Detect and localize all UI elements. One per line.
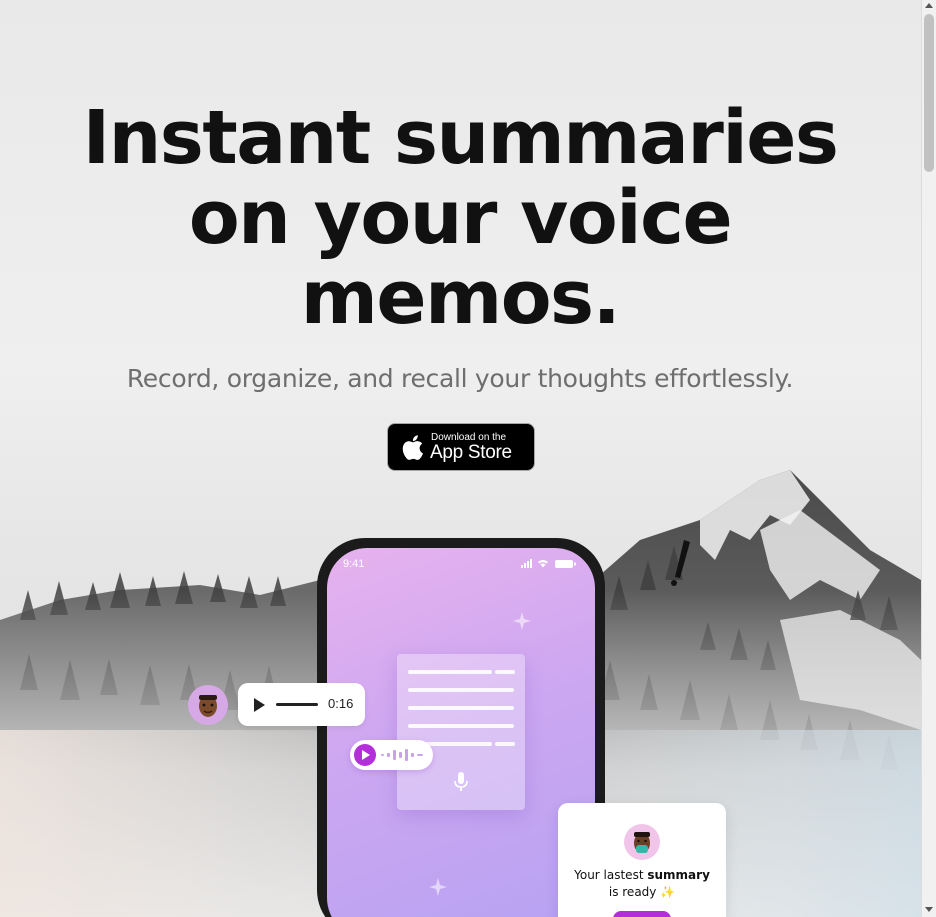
microphone-icon: [454, 772, 468, 791]
transcript-document-card: [397, 654, 525, 810]
text-line: [408, 724, 514, 728]
app-store-download-button[interactable]: Download on the App Store: [387, 423, 535, 471]
memoji-avatar-icon: [199, 695, 217, 717]
status-bar-icons: [521, 559, 576, 568]
play-icon[interactable]: [354, 744, 376, 766]
status-bar-time: 9:41: [343, 558, 365, 570]
summary-text-bold: summary: [647, 868, 710, 882]
app-store-big-text: App Store: [430, 442, 512, 463]
audio-progress-bar[interactable]: [276, 703, 318, 706]
memoji-avatar-icon: [634, 832, 650, 853]
audio-message-player: 0:16: [238, 683, 365, 726]
text-line: [408, 670, 492, 674]
sparkle-icon: [513, 612, 531, 630]
signal-icon: [521, 559, 532, 568]
play-icon[interactable]: [254, 698, 265, 712]
wifi-icon: [538, 560, 548, 568]
hero-title: Instant summaries on your voice memos.: [60, 98, 860, 338]
vertical-scrollbar[interactable]: [921, 0, 936, 917]
apple-icon: [402, 435, 423, 460]
audio-duration: 0:16: [328, 696, 354, 711]
scrollbar-thumb[interactable]: [924, 14, 934, 172]
hero-title-line-2: on your voice: [188, 175, 733, 261]
voice-memo-chip: [350, 740, 433, 770]
hero-title-line-3: memos.: [300, 255, 621, 341]
avatar: [624, 824, 660, 860]
summary-text-after: is ready ✨: [608, 885, 676, 899]
landing-page: Instant summaries on your voice memos. R…: [0, 0, 921, 917]
hero-title-line-1: Instant summaries: [82, 95, 839, 181]
avatar: [188, 685, 228, 725]
scroll-down-arrow-icon[interactable]: [925, 907, 933, 912]
text-line: [495, 742, 515, 746]
summary-text-before: Your lastest: [574, 868, 644, 882]
hero-subtitle: Record, organize, and recall your though…: [126, 364, 794, 393]
view-summary-button[interactable]: [613, 911, 671, 917]
scroll-up-arrow-icon[interactable]: [925, 3, 933, 8]
sparkle-icon: [429, 878, 447, 896]
summary-message: Your lastest summary is ready ✨: [558, 867, 726, 901]
phone-screen: 9:41: [327, 548, 595, 917]
summary-ready-card: Your lastest summary is ready ✨: [558, 803, 726, 917]
text-line: [408, 706, 514, 710]
text-line: [495, 670, 515, 674]
waveform-icon: [381, 749, 423, 761]
text-line: [408, 688, 514, 692]
battery-icon: [555, 560, 576, 568]
